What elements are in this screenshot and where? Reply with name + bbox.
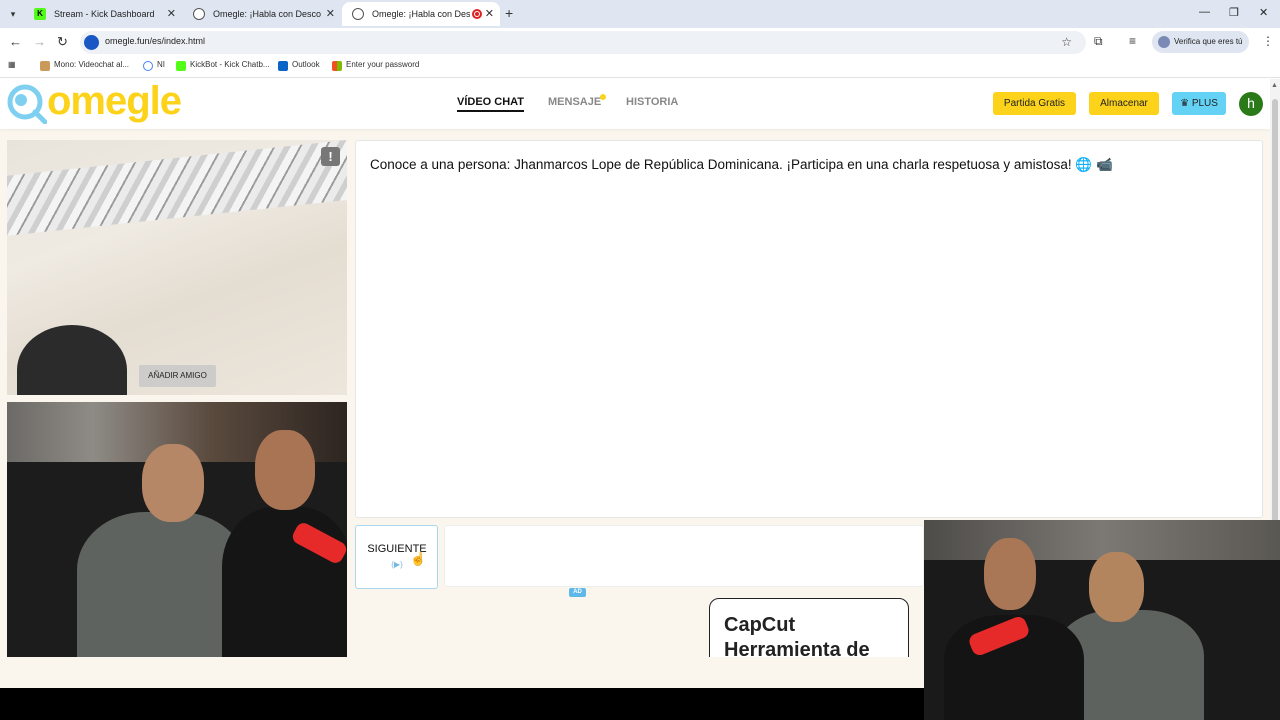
nav-mensaje[interactable]: MENSAJE [548, 96, 601, 108]
tab-title: Stream - Kick Dashboard [54, 9, 155, 19]
extensions-icon[interactable]: ⧉ [1094, 34, 1103, 49]
webcam-overlay [924, 520, 1280, 720]
close-tab-icon[interactable]: ✕ [326, 2, 335, 26]
self-video [7, 402, 347, 657]
close-tab-icon[interactable]: ✕ [167, 2, 176, 26]
restore-icon[interactable]: ❐ [1229, 6, 1239, 19]
globe-icon [352, 8, 364, 20]
site-info-icon[interactable] [84, 35, 99, 50]
person-black-shirt [222, 507, 347, 657]
plus-button[interactable]: ♛ PLUS [1172, 92, 1226, 115]
browser-menu-icon[interactable]: ⋮ [1262, 34, 1274, 48]
nav-historia[interactable]: HISTORIA [626, 96, 678, 108]
forward-icon[interactable]: → [33, 34, 46, 49]
bookmark-kickbot[interactable]: KickBot - Kick Chatb... [176, 60, 270, 71]
bookmark-label: KickBot - Kick Chatb... [190, 60, 270, 69]
bookmarks-bar: ▦ Mono: Videochat al... NI KickBot - Kic… [0, 56, 1280, 78]
scroll-up-icon[interactable]: ▲ [1271, 82, 1278, 89]
hand-cursor-icon: ☝ [410, 551, 427, 566]
omegle-logo-icon [7, 84, 47, 124]
partida-gratis-button[interactable]: Partida Gratis [993, 92, 1076, 115]
tab-title: Omegle: ¡Habla con Desconocidos [213, 9, 321, 19]
reload-icon[interactable]: ↻ [57, 34, 68, 50]
tab-strip: ▾ K Stream - Kick Dashboard ✕ Omegle: ¡H… [0, 0, 1280, 28]
bookmark-mono[interactable]: Mono: Videochat al... [40, 60, 130, 71]
kickbot-icon [176, 61, 186, 71]
notification-dot [600, 94, 606, 100]
cam-person-grey-head [1089, 552, 1144, 622]
next-button[interactable]: SIGUIENTE (▶) ☝ [355, 525, 438, 589]
user-avatar[interactable]: h [1239, 92, 1263, 116]
report-icon[interactable]: ! [321, 147, 340, 166]
bookmark-ni[interactable]: NI [143, 60, 165, 71]
profile-icon [1158, 36, 1170, 48]
close-window-icon[interactable]: ✕ [1259, 6, 1268, 19]
ceiling-texture [7, 140, 347, 236]
monkey-icon [40, 61, 50, 71]
ad-badge: AD [569, 588, 586, 597]
chat-log: Conoce a una persona: Jhanmarcos Lope de… [355, 140, 1263, 518]
microsoft-icon [332, 61, 342, 71]
bookmark-outlook[interactable]: Outlook [278, 60, 320, 71]
tab-title: Omegle: ¡Habla con Descon [372, 9, 470, 19]
site-header: omegle VÍDEO CHAT MENSAJE HISTORIA Parti… [0, 79, 1270, 129]
chat-intro-message: Conoce a una persona: Jhanmarcos Lope de… [370, 157, 1113, 172]
verify-label: Verifica que eres tú [1174, 37, 1243, 46]
new-tab-icon[interactable]: + [505, 5, 513, 21]
minimize-icon[interactable]: — [1199, 6, 1210, 18]
site-logo-text[interactable]: omegle [47, 79, 182, 124]
close-tab-icon[interactable]: ✕ [485, 2, 494, 26]
person-grey-head [142, 444, 204, 522]
cam-person-black-head [984, 538, 1036, 610]
tab-omegle-active[interactable]: Omegle: ¡Habla con Descon ✕ [342, 2, 500, 26]
ad-title: CapCut Herramienta de [724, 614, 870, 661]
stranger-head [17, 325, 127, 395]
bookmark-password[interactable]: Enter your password [332, 60, 420, 71]
verify-chip[interactable]: Verifica que eres tú [1152, 31, 1249, 53]
page-bottom [0, 657, 924, 688]
tab-omegle-1[interactable]: Omegle: ¡Habla con Desconocidos ✕ [183, 2, 341, 26]
crown-icon: ♛ [1180, 98, 1190, 109]
nav-video-chat[interactable]: VÍDEO CHAT [457, 96, 525, 112]
media-icon[interactable]: ≡ [1129, 34, 1136, 48]
add-friend-button[interactable]: AÑADIR AMIGO [139, 365, 216, 387]
bookmark-label: Outlook [292, 60, 320, 69]
bookmark-label: Mono: Videochat al... [54, 60, 130, 69]
recording-icon [472, 9, 482, 19]
google-icon [143, 61, 153, 71]
address-toolbar: ← → ↻ omegle.fun/es/index.html ☆ ⧉ ≡ Ver… [0, 28, 1280, 56]
bookmark-label: NI [157, 60, 165, 69]
tab-kick-dashboard[interactable]: K Stream - Kick Dashboard ✕ [24, 2, 182, 26]
apps-grid-icon[interactable]: ▦ [8, 60, 16, 69]
bookmark-label: Enter your password [346, 60, 420, 69]
plus-label: PLUS [1191, 98, 1218, 109]
outlook-icon [278, 61, 288, 71]
tab-search-icon[interactable]: ▾ [4, 5, 22, 23]
bookmark-star-icon[interactable]: ☆ [1061, 35, 1072, 49]
globe-icon [193, 8, 205, 20]
address-bar[interactable]: omegle.fun/es/index.html ☆ [80, 31, 1086, 54]
url-text: omegle.fun/es/index.html [105, 36, 206, 46]
back-icon[interactable]: ← [9, 34, 22, 49]
almacenar-button[interactable]: Almacenar [1089, 92, 1159, 115]
person-black-head [255, 430, 315, 510]
message-input[interactable] [444, 525, 924, 587]
kick-icon: K [34, 8, 46, 20]
stranger-video: ! AÑADIR AMIGO [7, 140, 347, 395]
